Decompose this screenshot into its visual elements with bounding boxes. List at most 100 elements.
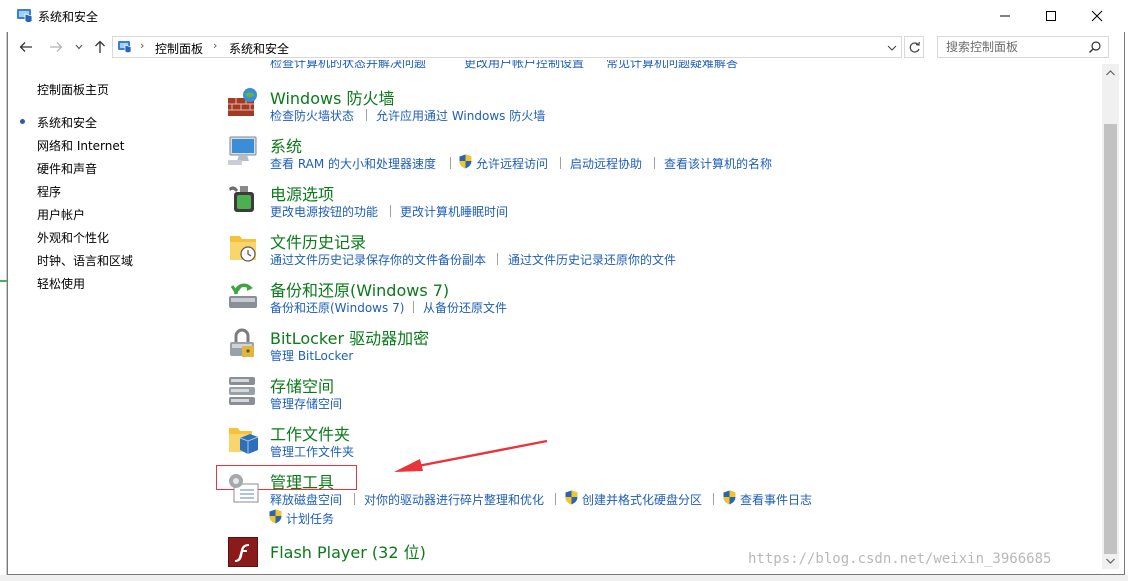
- partial-link-row: 检查计算机的状态并解决问题 更改用户帐户控制设置 常见计算机问题疑难解答: [226, 60, 826, 74]
- close-button[interactable]: [1074, 0, 1120, 32]
- link-free-disk-space[interactable]: 释放磁盘空间: [270, 491, 342, 508]
- link-save-backup-copies[interactable]: 通过文件历史记录保存你的文件备份副本: [270, 251, 486, 268]
- file-history-icon[interactable]: [226, 230, 260, 264]
- link-allow-remote-access[interactable]: 允许远程访问: [476, 155, 548, 172]
- category-title-system[interactable]: 系统: [270, 133, 302, 157]
- category-title-power-options[interactable]: 电源选项: [270, 181, 334, 205]
- link-divider: [560, 157, 561, 169]
- back-arrow-icon: [19, 42, 32, 52]
- control-panel-window: [7, 0, 1125, 575]
- link-divider: [497, 253, 498, 265]
- link-change-uac-settings[interactable]: 更改用户帐户控制设置: [464, 60, 584, 71]
- link-troubleshoot[interactable]: 常见计算机问题疑难解答: [606, 60, 738, 71]
- sidebar-item-programs[interactable]: 程序: [37, 183, 61, 200]
- forward-button[interactable]: [46, 37, 66, 57]
- category-title-work-folders[interactable]: 工作文件夹: [270, 421, 350, 445]
- link-schedule-tasks[interactable]: 计划任务: [286, 510, 334, 527]
- minimize-button[interactable]: [982, 0, 1028, 32]
- annotation-arrow-icon: [394, 439, 548, 472]
- up-button[interactable]: [90, 37, 110, 57]
- uac-shield-icon: [723, 490, 736, 505]
- link-launch-remote-assistance[interactable]: 启动远程协助: [570, 155, 642, 172]
- sidebar-item-appearance[interactable]: 外观和个性化: [37, 229, 109, 246]
- refresh-icon: [909, 41, 920, 53]
- link-check-computer-status[interactable]: 检查计算机的状态并解决问题: [270, 60, 426, 71]
- link-divider: [654, 157, 655, 169]
- link-view-event-logs[interactable]: 查看事件日志: [740, 491, 812, 508]
- sidebar-item-system-security[interactable]: 系统和安全: [37, 114, 97, 131]
- vertical-scrollbar[interactable]: [1102, 64, 1119, 569]
- link-divider: [555, 493, 556, 505]
- link-view-computer-name[interactable]: 查看该计算机的名称: [664, 155, 772, 172]
- taskbar-edge: [0, 575, 1128, 581]
- category-title-windows-firewall[interactable]: Windows 防火墙: [270, 85, 395, 109]
- link-divider: [713, 493, 714, 505]
- title-bar: 系统和安全: [0, 0, 1128, 32]
- work-folders-icon[interactable]: [226, 422, 260, 456]
- recent-locations-button[interactable]: [72, 37, 86, 57]
- sidebar-item-ease-of-access[interactable]: 轻松使用: [37, 275, 85, 292]
- link-defragment-drives[interactable]: 对你的驱动器进行碎片整理和优化: [364, 491, 544, 508]
- breadcrumb-control-panel[interactable]: 控制面板: [155, 40, 203, 57]
- scroll-down-button[interactable]: [1102, 552, 1119, 569]
- search-input[interactable]: [938, 37, 1091, 57]
- scrollbar-thumb[interactable]: [1104, 124, 1117, 554]
- link-restore-from-backup[interactable]: 从备份还原文件: [423, 299, 507, 316]
- background-marker: [0, 280, 7, 282]
- sidebar-item-network-internet[interactable]: 网络和 Internet: [37, 137, 124, 154]
- search-icon[interactable]: [1088, 40, 1102, 54]
- breadcrumb-separator-icon[interactable]: ›: [213, 39, 217, 52]
- link-manage-storage-spaces[interactable]: 管理存储空间: [270, 395, 342, 412]
- link-change-sleep-time[interactable]: 更改计算机睡眠时间: [400, 203, 508, 220]
- power-options-icon[interactable]: [226, 182, 260, 216]
- search-box[interactable]: [937, 36, 1109, 58]
- close-icon: [1091, 10, 1103, 22]
- watermark-text: https://blog.csdn.net/weixin_3966685: [748, 551, 1052, 567]
- minimize-icon: [1000, 15, 1010, 17]
- link-change-power-button[interactable]: 更改电源按钮的功能: [270, 203, 378, 220]
- system-icon[interactable]: [226, 134, 260, 168]
- firewall-icon[interactable]: [226, 86, 260, 120]
- link-divider: [413, 301, 414, 313]
- category-title-backup-restore[interactable]: 备份和还原(Windows 7): [270, 277, 449, 301]
- background-window-edge: [0, 0, 7, 581]
- address-dropdown-icon[interactable]: [887, 41, 897, 55]
- backup-restore-icon[interactable]: [226, 278, 260, 312]
- breadcrumb-separator-icon: ›: [140, 39, 145, 52]
- link-allow-app-through-firewall[interactable]: 允许应用通过 Windows 防火墙: [376, 107, 545, 124]
- chevron-down-icon: [75, 44, 83, 50]
- category-title-admin-tools[interactable]: 管理工具: [270, 469, 334, 493]
- bitlocker-icon[interactable]: [226, 326, 260, 360]
- breadcrumb-system-security[interactable]: 系统和安全: [229, 40, 289, 57]
- link-backup-and-restore[interactable]: 备份和还原(Windows 7): [270, 299, 404, 316]
- storage-spaces-icon[interactable]: [226, 374, 260, 408]
- uac-shield-icon: [459, 154, 472, 169]
- sidebar-control-panel-home[interactable]: 控制面板主页: [37, 81, 109, 98]
- up-arrow-icon: [95, 40, 105, 53]
- scroll-up-button[interactable]: [1102, 64, 1119, 81]
- selected-bullet-icon: [20, 119, 25, 124]
- link-view-ram-processor[interactable]: 查看 RAM 的大小和处理器速度: [270, 155, 436, 172]
- sidebar-item-hardware-sound[interactable]: 硬件和声音: [37, 160, 97, 177]
- link-check-firewall-status[interactable]: 检查防火墙状态: [270, 107, 354, 124]
- admin-tools-icon[interactable]: [226, 470, 260, 504]
- address-bar[interactable]: › 控制面板 › 系统和安全: [112, 36, 902, 58]
- forward-arrow-icon: [50, 42, 63, 52]
- link-manage-work-folders[interactable]: 管理工作文件夹: [270, 443, 354, 460]
- link-divider: [390, 205, 391, 217]
- link-restore-files[interactable]: 通过文件历史记录还原你的文件: [508, 251, 676, 268]
- category-title-flash-player[interactable]: Flash Player (32 位): [270, 539, 426, 563]
- link-divider: [450, 157, 451, 169]
- link-manage-bitlocker[interactable]: 管理 BitLocker: [270, 347, 353, 364]
- uac-shield-icon: [269, 509, 282, 524]
- sidebar-item-clock-language-region[interactable]: 时钟、语言和区域: [37, 252, 133, 269]
- flash-player-icon[interactable]: [228, 537, 258, 567]
- back-button[interactable]: [16, 37, 36, 57]
- maximize-button[interactable]: [1028, 0, 1074, 32]
- sidebar-item-user-accounts[interactable]: 用户帐户: [37, 206, 85, 223]
- category-title-storage-spaces[interactable]: 存储空间: [270, 373, 334, 397]
- refresh-button[interactable]: [904, 36, 924, 58]
- category-title-bitlocker[interactable]: BitLocker 驱动器加密: [270, 325, 429, 349]
- category-title-file-history[interactable]: 文件历史记录: [270, 229, 366, 253]
- link-create-format-partitions[interactable]: 创建并格式化硬盘分区: [582, 491, 702, 508]
